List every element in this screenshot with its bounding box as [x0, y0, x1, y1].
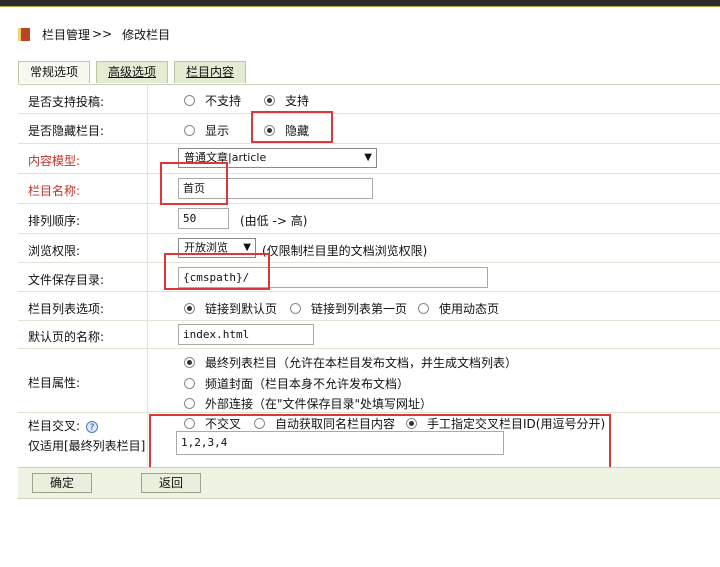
- highlight-save-dir: [164, 253, 270, 290]
- radio-dynamic-page[interactable]: [418, 303, 429, 314]
- row-default-page: 默认页的名称: index.html: [18, 321, 720, 349]
- radio-default-page[interactable]: [184, 303, 195, 314]
- settings-form: 是否支持投稿: 不支持 支持 是否隐藏栏目: 显示 隐藏 内容模型: 普通文章|…: [18, 84, 720, 465]
- breadcrumb: 栏目管理 >> 修改栏目: [18, 24, 170, 44]
- label-content-model: 内容模型:: [28, 154, 81, 168]
- label-attribute: 栏目属性:: [28, 376, 81, 390]
- row-save-dir: 文件保存目录: {cmspath}/: [18, 263, 720, 292]
- label-sort: 排列顺序:: [28, 214, 81, 228]
- option-external-link[interactable]: 外部连接（在"文件保存目录"处填写网址）: [184, 395, 432, 412]
- highlight-hide-option: [251, 111, 333, 143]
- highlight-name-input: [160, 162, 228, 205]
- label-default-page: 默认页的名称:: [28, 330, 105, 344]
- option-first-list-page[interactable]: 链接到列表第一页: [290, 300, 407, 317]
- radio-show[interactable]: [184, 125, 195, 136]
- label-hidden: 是否隐藏栏目:: [28, 124, 105, 138]
- button-bar: 确定 返回: [18, 467, 720, 499]
- label-divider: [147, 84, 148, 466]
- sort-hint: (由低 -> 高): [240, 214, 308, 228]
- radio-channel-cover[interactable]: [184, 378, 195, 389]
- dropdown-arrow-icon: ▼: [364, 152, 372, 163]
- row-sort: 排列顺序: 50 (由低 -> 高): [18, 204, 720, 234]
- sort-input[interactable]: 50: [178, 208, 229, 229]
- top-bar-accent: [0, 6, 720, 7]
- option-final-list[interactable]: 最终列表栏目（允许在本栏目发布文档，并生成文档列表）: [184, 354, 517, 371]
- radio-no-submission[interactable]: [184, 95, 195, 106]
- row-submission: 是否支持投稿: 不支持 支持: [18, 85, 720, 114]
- row-access: 浏览权限: 开放浏览 ▼ (仅限制栏目里的文档浏览权限): [18, 234, 720, 263]
- tab-advanced[interactable]: 高级选项: [96, 61, 169, 83]
- default-page-input[interactable]: index.html: [178, 324, 314, 345]
- label-submission: 是否支持投稿:: [28, 95, 105, 109]
- label-save-dir: 文件保存目录:: [28, 273, 105, 287]
- label-access: 浏览权限:: [28, 244, 81, 258]
- row-name: 栏目名称: 首页: [18, 174, 720, 204]
- breadcrumb-page: 修改栏目: [122, 27, 171, 42]
- radio-external-link[interactable]: [184, 398, 195, 409]
- radio-final-list[interactable]: [184, 357, 195, 368]
- row-list-option: 栏目列表选项: 链接到默认页 链接到列表第一页 使用动态页: [18, 292, 720, 321]
- option-submission[interactable]: 支持: [264, 92, 309, 109]
- label-cross-sub: 仅适用[最终列表栏目]: [28, 439, 146, 453]
- label-list-option: 栏目列表选项:: [28, 302, 105, 316]
- highlight-cross-section: [149, 414, 611, 470]
- row-content-model: 内容模型: 普通文章|article ▼: [18, 144, 720, 174]
- breadcrumb-section[interactable]: 栏目管理: [42, 26, 90, 43]
- row-attribute: 栏目属性: 最终列表栏目（允许在本栏目发布文档，并生成文档列表） 频道封面（栏目…: [18, 349, 720, 413]
- label-cross: 栏目交叉:?: [28, 417, 99, 434]
- option-no-submission[interactable]: 不支持: [184, 92, 241, 109]
- book-icon: [18, 27, 30, 41]
- tab-bar: 常规选项 高级选项 栏目内容: [18, 61, 252, 83]
- tab-general[interactable]: 常规选项: [18, 61, 91, 83]
- row-hidden: 是否隐藏栏目: 显示 隐藏: [18, 114, 720, 144]
- access-hint: (仅限制栏目里的文档浏览权限): [262, 244, 428, 258]
- breadcrumb-separator: >>: [92, 27, 113, 41]
- option-dynamic-page[interactable]: 使用动态页: [418, 300, 499, 317]
- help-icon[interactable]: ?: [86, 421, 99, 433]
- radio-submission[interactable]: [264, 95, 275, 106]
- confirm-button[interactable]: 确定: [32, 473, 92, 493]
- label-name: 栏目名称:: [28, 184, 81, 198]
- option-show[interactable]: 显示: [184, 122, 229, 139]
- back-button[interactable]: 返回: [141, 473, 201, 493]
- option-channel-cover[interactable]: 频道封面（栏目本身不允许发布文档）: [184, 375, 409, 392]
- radio-first-list-page[interactable]: [290, 303, 301, 314]
- option-default-page[interactable]: 链接到默认页: [184, 300, 277, 317]
- tab-content[interactable]: 栏目内容: [174, 61, 247, 83]
